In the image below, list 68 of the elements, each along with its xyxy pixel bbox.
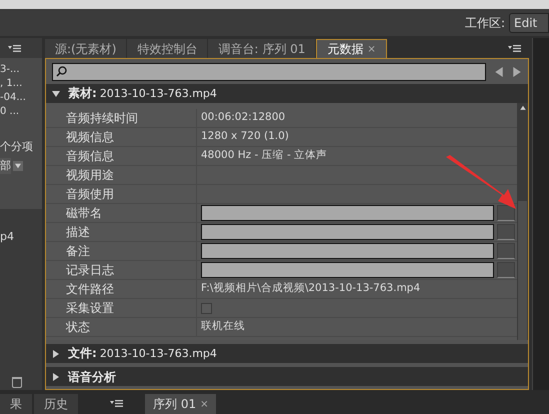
input-field[interactable] [201,224,494,240]
field-option-button[interactable] [497,262,515,278]
field-label: 描述 [65,224,91,241]
collapse-triangle-icon[interactable] [52,90,60,98]
sequence-tab[interactable]: 序列 01 × [145,394,216,414]
section-header[interactable]: 素材: 2013-10-13-763.mp4 [46,84,528,103]
field-value: 48000 Hz - 压缩 - 立体声 [201,148,328,164]
field-option-button[interactable] [497,205,515,221]
filter-dropdown[interactable]: 部 [0,158,11,174]
panel-menu-icon[interactable] [110,400,123,407]
checkbox[interactable] [201,302,212,314]
search-field[interactable] [52,62,486,80]
field-label: 文件路径 [65,281,115,298]
field-value: 1280 x 720 (1.0) [201,129,289,144]
workspace-label: 工作区: [464,14,505,32]
input-field[interactable] [201,205,494,221]
field-label: 音频信息 [65,148,115,165]
field-label: 视频信息 [65,129,115,146]
close-icon[interactable]: × [200,396,208,412]
section-title: 素材: [68,86,97,100]
input-field[interactable] [201,262,494,278]
dropdown-arrow-button[interactable] [13,160,23,171]
field-value: 00:06:02:12800 [201,110,286,126]
expand-triangle-icon[interactable] [52,350,60,358]
field-label: 音频持续时间 [65,110,139,127]
panel-tab[interactable]: 果 [0,394,32,414]
field-label: 状态 [65,319,91,336]
item-count: 个分项 [0,139,34,155]
search-icon [56,66,67,77]
field-option-button[interactable] [497,224,515,240]
panel-menu-icon[interactable] [508,44,521,52]
panel-tab[interactable]: 元数据 × [316,39,387,58]
panel-tab[interactable]: 源:(无素材) [45,39,126,58]
section-title: 语音分析 [68,370,116,384]
clip-info-text: 3-... [0,64,21,75]
close-icon[interactable]: × [367,42,376,56]
clip-info-text: 0 ... [0,106,20,117]
trash-icon[interactable] [12,377,22,388]
section-filename: 2013-10-13-763.mp4 [100,347,217,360]
field-option-button[interactable] [497,243,515,259]
panel-tab[interactable]: 特效控制台 [127,39,208,58]
field-value: F:\视频相片\合成视频\2013-10-13-763.mp4 [201,281,420,296]
annotation-arrow [444,155,516,211]
scroll-up-arrow-icon [520,105,526,111]
next-arrow-icon[interactable] [512,66,522,76]
field-label: 磁带名 [65,205,103,222]
panel-tab[interactable]: 调音台: 序列 01 [208,39,316,58]
panel-menu-icon[interactable] [8,44,21,52]
field-label: 音频使用 [65,186,115,203]
clip-info-text: , 1... [0,78,24,89]
scrollbar[interactable] [517,103,528,340]
section-header[interactable]: 文件: 2013-10-13-763.mp4 [46,344,528,363]
clip-info-text: -04... [0,92,27,103]
input-field[interactable] [201,243,494,259]
previous-arrow-icon[interactable] [494,66,504,76]
panel-tab[interactable]: 历史 [34,394,78,414]
field-label: 采集设置 [65,300,115,317]
workspace-dropdown[interactable]: Edit [509,12,549,32]
field-label: 备注 [65,243,91,260]
field-value: 联机在线 [201,319,245,334]
section-header[interactable]: 语音分析 [46,367,528,386]
expand-triangle-icon[interactable] [52,372,60,380]
section-filename: 2013-10-13-763.mp4 [100,87,217,100]
project-item[interactable]: p4 [0,229,42,246]
section-title: 文件: [68,346,97,360]
dropdown-arrow-icon [15,162,21,169]
field-label: 视频用途 [65,167,115,184]
field-label: 记录日志 [65,262,115,279]
